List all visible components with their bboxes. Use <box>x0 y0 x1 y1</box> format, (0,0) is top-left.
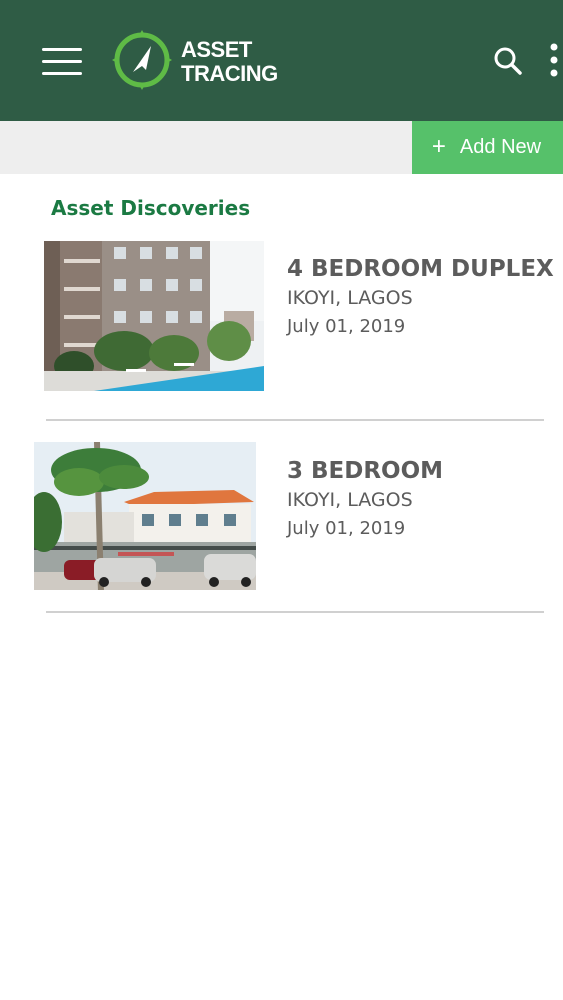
list-item[interactable]: 3 BEDROOM IKOYI, LAGOS July 01, 2019 <box>0 442 563 622</box>
listing-location: IKOYI, LAGOS <box>287 489 413 511</box>
action-toolbar: + Add New <box>0 121 563 174</box>
plus-icon: + <box>431 132 446 160</box>
brand-name: ASSET TRACING <box>181 38 278 86</box>
listing-title: 4 BEDROOM DUPLEX <box>287 256 554 282</box>
listing-date: July 01, 2019 <box>287 316 406 337</box>
hamburger-line <box>42 60 82 63</box>
property-photo[interactable] <box>44 241 264 391</box>
app-logo: ASSET TRACING <box>106 24 306 99</box>
listing-date: July 01, 2019 <box>287 518 406 539</box>
brand-line-1: ASSET <box>181 37 252 62</box>
apartment-building-image <box>44 241 264 391</box>
list-divider <box>46 419 544 421</box>
hamburger-line <box>42 72 82 75</box>
search-icon <box>494 47 522 75</box>
search-button[interactable] <box>492 45 524 77</box>
listing-title: 3 BEDROOM <box>287 458 444 484</box>
hamburger-icon <box>42 48 82 51</box>
more-options-button[interactable] <box>545 41 563 81</box>
list-item[interactable]: 4 BEDROOM DUPLEX IKOYI, LAGOS July 01, 2… <box>0 240 563 420</box>
app-bar: ASSET TRACING <box>0 0 563 121</box>
add-new-label: Add New <box>459 136 542 158</box>
compass-logo-icon <box>112 30 172 90</box>
house-image <box>34 442 256 590</box>
list-divider <box>46 611 544 613</box>
add-new-button[interactable]: + Add New <box>412 121 563 174</box>
property-photo[interactable] <box>34 442 256 590</box>
section-title: Asset Discoveries <box>51 196 251 220</box>
more-vertical-icon <box>550 43 558 77</box>
menu-button[interactable] <box>42 46 82 76</box>
brand-line-2: TRACING <box>181 61 278 86</box>
listing-location: IKOYI, LAGOS <box>287 287 413 309</box>
